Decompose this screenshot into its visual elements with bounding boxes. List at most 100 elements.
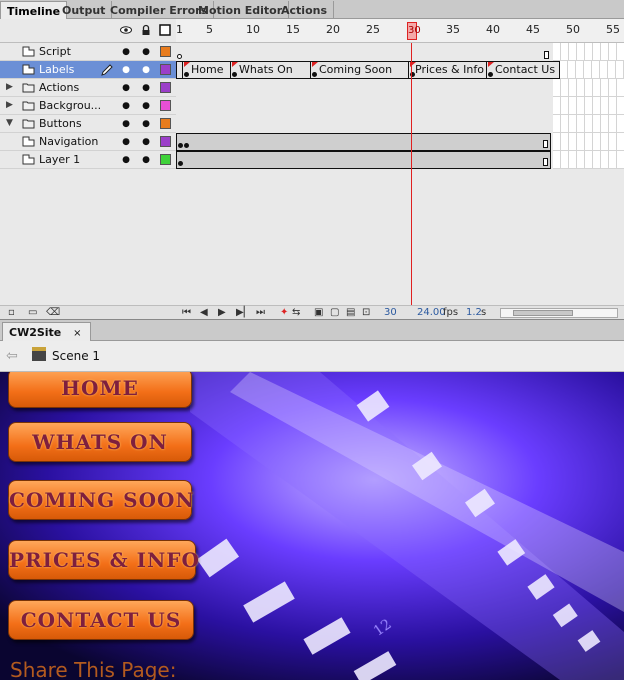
visible-dot[interactable]: ● bbox=[122, 119, 130, 129]
layer-row-script[interactable]: Script ● ● bbox=[0, 43, 176, 61]
layer-color-swatch[interactable] bbox=[160, 82, 171, 93]
flash-ide: Timeline Output Compiler Errors Motion E… bbox=[0, 0, 624, 680]
frame-label-whats-on[interactable]: Whats On bbox=[230, 61, 310, 79]
layer-row-actions[interactable]: ▶ Actions ● ● bbox=[0, 79, 176, 97]
frame-label-coming-soon[interactable]: Coming Soon bbox=[310, 61, 406, 79]
new-folder-icon[interactable]: ▭ bbox=[28, 307, 37, 318]
onion-outline-icon[interactable]: ▢ bbox=[330, 307, 339, 318]
whats-on-button[interactable]: WHATS ON bbox=[8, 422, 192, 462]
back-arrow-icon[interactable]: ⇦ bbox=[6, 348, 18, 364]
onion-markers-icon[interactable]: ⊡ bbox=[362, 307, 370, 318]
layer-color-swatch[interactable] bbox=[160, 64, 171, 75]
frame-label-home[interactable]: Home bbox=[182, 61, 230, 79]
frame-row-navigation[interactable] bbox=[176, 133, 624, 151]
empty-frames[interactable] bbox=[553, 97, 624, 115]
frame-row-script[interactable] bbox=[176, 43, 624, 61]
lock-dot[interactable]: ● bbox=[142, 65, 150, 75]
last-frame-icon[interactable]: ⏭ bbox=[256, 307, 265, 318]
empty-frames[interactable] bbox=[553, 115, 624, 133]
playhead-handle[interactable]: 30 bbox=[407, 22, 421, 40]
ruler-tick: 5 bbox=[206, 23, 213, 36]
tab-actions[interactable]: Actions bbox=[275, 1, 334, 19]
step-back-icon[interactable]: ◀ bbox=[200, 307, 208, 318]
frame-row-layer1[interactable] bbox=[176, 151, 624, 169]
outline-icon[interactable] bbox=[159, 24, 171, 36]
visible-dot[interactable]: ● bbox=[122, 47, 130, 57]
blank-keyframe[interactable] bbox=[177, 54, 182, 59]
first-frame-icon[interactable]: ⏮ bbox=[182, 307, 191, 318]
layer-color-swatch[interactable] bbox=[160, 154, 171, 165]
layer-color-swatch[interactable] bbox=[160, 46, 171, 57]
eye-icon[interactable] bbox=[120, 24, 132, 36]
layer-color-swatch[interactable] bbox=[160, 100, 171, 111]
layer-name: Actions bbox=[39, 81, 80, 94]
lock-dot[interactable]: ● bbox=[142, 47, 150, 57]
visible-dot[interactable]: ● bbox=[122, 137, 130, 147]
horizontal-scrollbar[interactable] bbox=[500, 308, 618, 318]
empty-frames[interactable] bbox=[553, 79, 624, 97]
ruler-tick: 55 bbox=[606, 23, 620, 36]
lock-dot[interactable]: ● bbox=[142, 137, 150, 147]
coming-soon-button[interactable]: COMING SOON bbox=[8, 480, 194, 520]
lock-dot[interactable]: ● bbox=[142, 101, 150, 111]
stage[interactable]: 12 HOME WHATS ON COMING SOON PRICES & IN… bbox=[0, 372, 624, 680]
current-frame-field[interactable]: 30 bbox=[384, 307, 397, 318]
navigation-span[interactable] bbox=[176, 133, 551, 151]
frame-row-background[interactable] bbox=[176, 97, 624, 115]
layer-name: Buttons bbox=[39, 117, 82, 130]
visible-dot[interactable]: ● bbox=[122, 101, 130, 111]
new-layer-icon[interactable]: ▫ bbox=[8, 307, 15, 318]
layer-name: Script bbox=[39, 45, 71, 58]
step-forward-icon[interactable]: ▶▏ bbox=[236, 307, 251, 318]
lock-dot[interactable]: ● bbox=[142, 119, 150, 129]
expand-arrow-icon[interactable]: ▶ bbox=[6, 82, 13, 92]
contact-us-button[interactable]: CONTACT US bbox=[8, 600, 194, 640]
lock-icon[interactable] bbox=[140, 24, 152, 36]
frame-row-labels[interactable]: Home Whats On Coming Soon Prices & Info … bbox=[176, 61, 624, 79]
layer-row-labels[interactable]: Labels ● ● bbox=[0, 61, 176, 79]
collapse-arrow-icon[interactable]: ▼ bbox=[6, 118, 13, 128]
scene-name[interactable]: Scene 1 bbox=[52, 349, 100, 363]
home-button[interactable]: HOME bbox=[8, 372, 192, 408]
prices-info-button[interactable]: PRICES & INFO bbox=[8, 540, 199, 580]
frame-row-buttons[interactable] bbox=[176, 115, 624, 133]
fps-field[interactable]: 24.00 bbox=[417, 307, 446, 318]
close-icon[interactable]: × bbox=[73, 328, 81, 339]
end-frame bbox=[544, 51, 549, 59]
expand-arrow-icon[interactable]: ▶ bbox=[6, 100, 13, 110]
document-tab-bar: CW2Site × bbox=[0, 319, 624, 342]
delete-icon[interactable]: ⌫ bbox=[46, 307, 60, 318]
document-tab[interactable]: CW2Site × bbox=[2, 322, 91, 342]
share-heading: Share This Page: bbox=[10, 658, 177, 680]
visible-dot[interactable]: ● bbox=[122, 65, 130, 75]
frame-label-prices-info[interactable]: Prices & Info bbox=[408, 61, 486, 79]
time-field[interactable]: 1.2 bbox=[466, 307, 482, 318]
empty-frames[interactable] bbox=[560, 61, 624, 79]
layer-row-layer1[interactable]: Layer 1 ● ● bbox=[0, 151, 176, 169]
layer1-span[interactable] bbox=[176, 151, 551, 169]
lock-dot[interactable]: ● bbox=[142, 83, 150, 93]
ruler-tick: 45 bbox=[526, 23, 540, 36]
lock-dot[interactable]: ● bbox=[142, 155, 150, 165]
frame-ruler[interactable]: 1 5 10 15 20 25 35 40 45 50 55 bbox=[176, 19, 624, 43]
visible-dot[interactable]: ● bbox=[122, 83, 130, 93]
onion-skin-icon[interactable]: ▣ bbox=[314, 307, 323, 318]
play-icon[interactable]: ▶ bbox=[218, 307, 226, 318]
empty-frames[interactable] bbox=[553, 133, 624, 151]
edit-multiple-icon[interactable]: ▤ bbox=[346, 307, 355, 318]
empty-frames[interactable] bbox=[553, 43, 624, 61]
layer-row-buttons[interactable]: ▼ Buttons ● ● bbox=[0, 115, 176, 133]
frame-label-contact-us[interactable]: Contact Us bbox=[486, 61, 560, 79]
scroll-thumb[interactable] bbox=[513, 310, 573, 316]
end-frame bbox=[543, 140, 548, 148]
layer-color-swatch[interactable] bbox=[160, 118, 171, 129]
frame-row-actions[interactable] bbox=[176, 79, 624, 97]
layer-color-swatch[interactable] bbox=[160, 136, 171, 147]
loop-icon[interactable]: ⇆ bbox=[292, 307, 300, 318]
center-frame-icon[interactable]: ✦ bbox=[280, 307, 288, 318]
visible-dot[interactable]: ● bbox=[122, 155, 130, 165]
frame-area[interactable]: Home Whats On Coming Soon Prices & Info … bbox=[176, 43, 624, 309]
layer-row-navigation[interactable]: Navigation ● ● bbox=[0, 133, 176, 151]
empty-frames[interactable] bbox=[553, 151, 624, 169]
layer-row-background[interactable]: ▶ Backgrou... ● ● bbox=[0, 97, 176, 115]
